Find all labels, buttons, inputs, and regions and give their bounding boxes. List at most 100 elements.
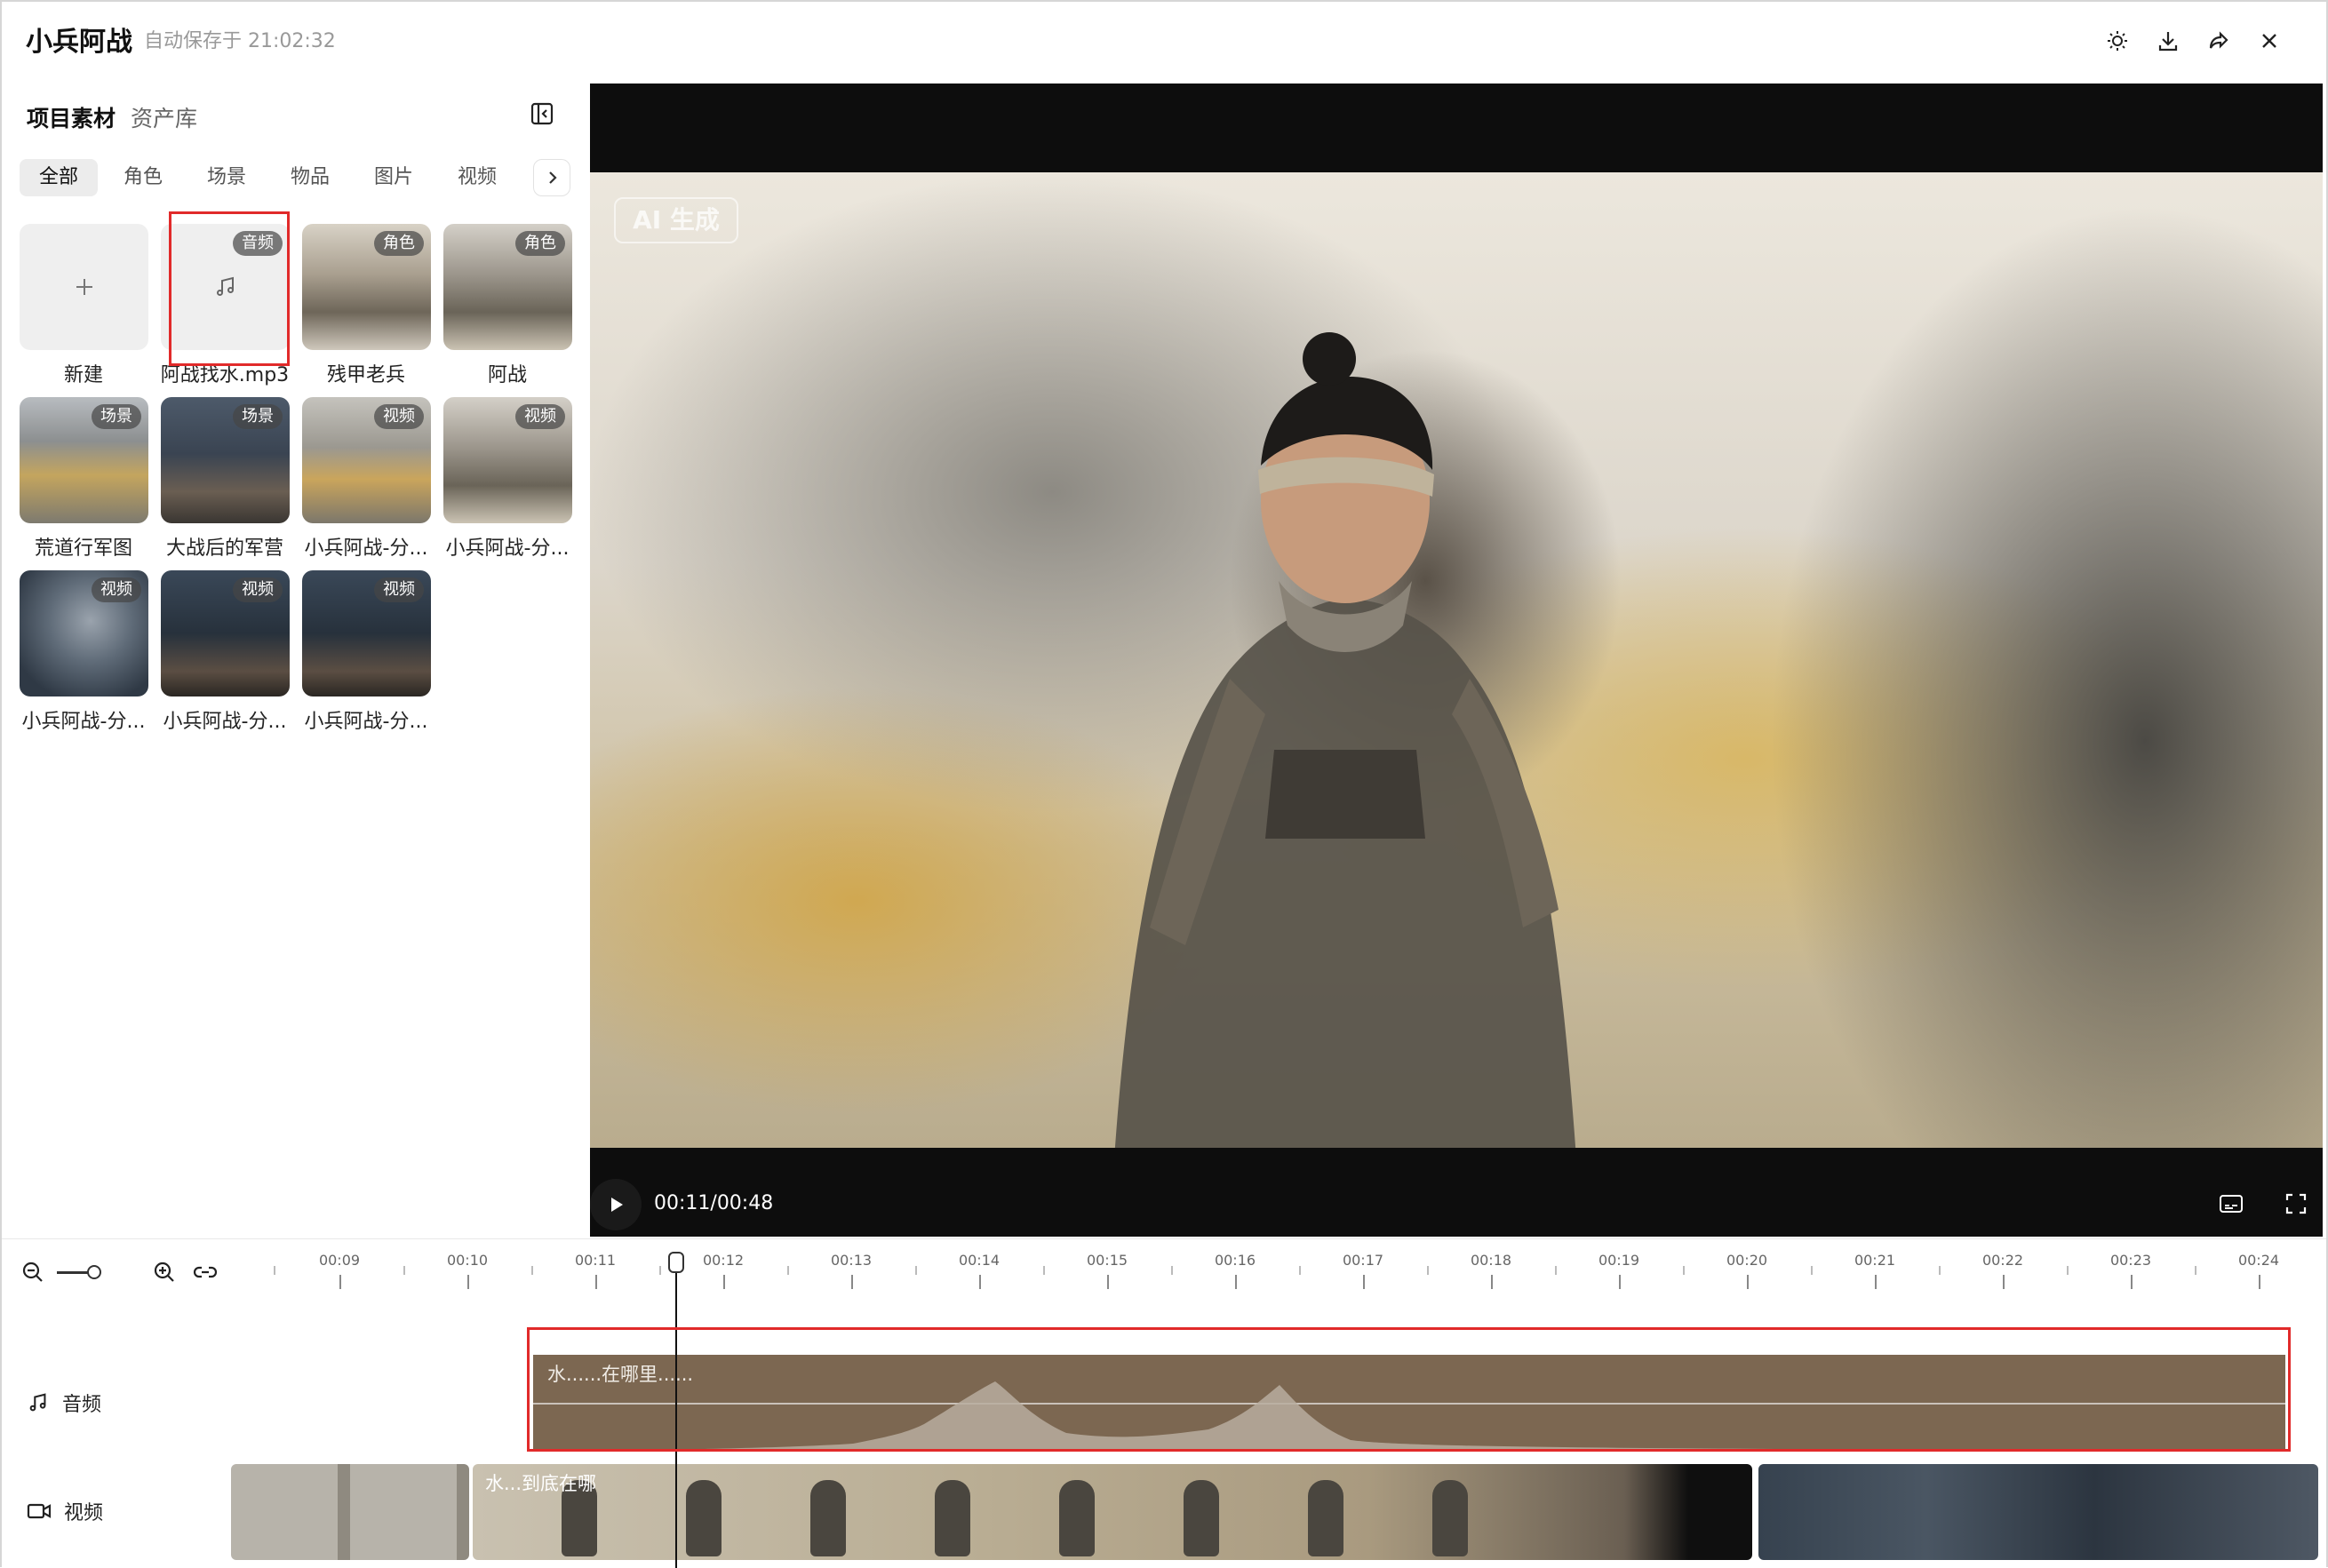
ruler-major-tick — [723, 1275, 725, 1289]
ruler-minor-tick — [2067, 1266, 2069, 1275]
asset-video-card[interactable]: 视频 小兵阿战-分... — [302, 570, 431, 734]
asset-badge: 视频 — [92, 577, 141, 602]
video-thumb[interactable]: 视频 — [161, 570, 290, 696]
time-ruler[interactable]: 00:09 00:10 00:11 00:12 00:13 00:14 00:1… — [231, 1239, 2326, 1293]
character-thumb[interactable]: 角色 — [302, 224, 431, 350]
ruler-tick-label: 00:12 — [702, 1252, 745, 1269]
asset-character-card[interactable]: 角色 阿战 — [443, 224, 572, 387]
filter-character[interactable]: 角色 — [104, 159, 182, 196]
ruler-minor-tick — [1939, 1266, 1941, 1275]
scene-thumb[interactable]: 场景 — [20, 397, 148, 523]
ruler-tick-label: 00:11 — [574, 1252, 617, 1269]
frame-thumbnail — [1059, 1480, 1095, 1556]
asset-caption: 阿战 — [487, 364, 527, 386]
link-icon[interactable] — [190, 1257, 220, 1287]
preview-frame[interactable]: AI 生成 — [590, 172, 2323, 1148]
ruler-tick-label: 00:13 — [830, 1252, 873, 1269]
filter-all[interactable]: 全部 — [20, 159, 99, 196]
project-title[interactable]: 小兵阿战 — [26, 20, 132, 59]
collapse-sidebar-icon[interactable] — [530, 101, 556, 128]
ai-generated-watermark: AI 生成 — [614, 197, 738, 243]
video-clip-subtitle: 水...到底在哪 — [485, 1473, 597, 1494]
ruler-tick-label: 00:24 — [2237, 1252, 2280, 1269]
video-thumb[interactable]: 视频 — [302, 397, 431, 523]
ruler-major-tick — [1235, 1275, 1237, 1289]
filter-scene[interactable]: 场景 — [187, 159, 266, 196]
video-thumb[interactable]: 视频 — [20, 570, 148, 696]
asset-video-card[interactable]: 视频 小兵阿战-分... — [161, 570, 290, 734]
tab-asset-library[interactable]: 资产库 — [131, 101, 197, 133]
audio-track-header[interactable]: 音频 — [27, 1389, 101, 1417]
asset-badge: 场景 — [233, 404, 283, 429]
asset-caption: 小兵阿战-分... — [163, 711, 287, 733]
ruler-minor-tick — [1683, 1266, 1685, 1275]
asset-badge: 视频 — [515, 404, 565, 429]
ruler-major-tick — [1875, 1275, 1877, 1289]
scene-thumb[interactable]: 场景 — [161, 397, 290, 523]
frame-thumbnail — [686, 1480, 722, 1556]
filter-item[interactable]: 物品 — [271, 159, 349, 196]
fullscreen-icon[interactable] — [2281, 1190, 2311, 1217]
frame-thumbnail — [810, 1480, 846, 1556]
playback-timecode: 00:11/00:48 — [654, 1192, 774, 1214]
video-clip[interactable] — [1758, 1464, 2318, 1560]
ruler-major-tick — [1619, 1275, 1621, 1289]
zoom-slider-handle[interactable] — [87, 1265, 101, 1279]
ruler-tick-label: 00:19 — [1598, 1252, 1640, 1269]
zoom-out-icon[interactable] — [18, 1257, 48, 1287]
autosave-status: 自动保存于 21:02:32 — [144, 30, 336, 52]
asset-video-card[interactable]: 视频 小兵阿战-分... — [443, 397, 572, 561]
share-icon[interactable] — [2201, 23, 2236, 59]
sun-icon[interactable] — [2100, 23, 2135, 59]
video-track-label: 视频 — [64, 1502, 104, 1524]
subtitles-icon[interactable] — [2216, 1190, 2246, 1217]
ruler-tick-label: 00:18 — [1470, 1252, 1512, 1269]
ruler-tick-label: 00:16 — [1214, 1252, 1256, 1269]
playhead-handle[interactable] — [668, 1252, 684, 1273]
ruler-major-tick — [1491, 1275, 1493, 1289]
new-asset-tile[interactable] — [20, 224, 148, 350]
asset-new[interactable]: 新建 — [20, 224, 148, 387]
video-thumb[interactable]: 视频 — [443, 397, 572, 523]
download-icon[interactable] — [2150, 23, 2186, 59]
ruler-minor-tick — [787, 1266, 789, 1275]
ruler-major-tick — [339, 1275, 341, 1289]
asset-caption: 小兵阿战-分... — [21, 711, 146, 733]
asset-badge: 角色 — [374, 231, 424, 256]
asset-video-card[interactable]: 视频 小兵阿战-分... — [20, 570, 148, 734]
video-clip[interactable]: 水...到底在哪 — [473, 1464, 1752, 1560]
asset-caption: 荒道行军图 — [34, 537, 132, 560]
filter-video[interactable]: 视频 — [438, 159, 516, 196]
character-thumb[interactable]: 角色 — [443, 224, 572, 350]
asset-character-card[interactable]: 角色 残甲老兵 — [302, 224, 431, 387]
video-thumb[interactable]: 视频 — [302, 570, 431, 696]
filter-image[interactable]: 图片 — [355, 159, 433, 196]
ruler-major-tick — [2131, 1275, 2133, 1289]
ruler-tick-label: 00:21 — [1854, 1252, 1896, 1269]
video-track-header[interactable]: 视频 — [27, 1497, 103, 1525]
play-button[interactable] — [590, 1179, 642, 1230]
app-window: 小兵阿战 自动保存于 21:02:32 项目素材 资产库 全部 角色 场景 物品… — [0, 0, 2328, 1568]
asset-scene-card[interactable]: 场景 荒道行军图 — [20, 397, 148, 561]
asset-caption: 大战后的军营 — [165, 537, 283, 560]
asset-badge: 角色 — [515, 231, 565, 256]
asset-scene-card[interactable]: 场景 大战后的军营 — [161, 397, 290, 561]
asset-badge: 视频 — [374, 577, 424, 602]
asset-badge: 视频 — [374, 404, 424, 429]
asset-sidebar: 项目素材 资产库 全部 角色 场景 物品 图片 视频 新建 音频 阿战找水.mp… — [2, 82, 588, 1237]
zoom-in-icon[interactable] — [149, 1257, 179, 1287]
asset-video-card[interactable]: 视频 小兵阿战-分... — [302, 397, 431, 561]
video-camera-icon — [27, 1503, 52, 1519]
highlight-box-audio-track — [527, 1327, 2291, 1452]
tab-project-assets[interactable]: 项目素材 — [27, 101, 116, 133]
ruler-minor-tick — [1555, 1266, 1557, 1275]
ruler-tick-label: 00:23 — [2109, 1252, 2152, 1269]
ruler-tick-label: 00:10 — [446, 1252, 489, 1269]
asset-caption: 新建 — [63, 364, 103, 386]
asset-caption: 小兵阿战-分... — [445, 537, 570, 560]
close-icon[interactable] — [2252, 23, 2287, 59]
frame-thumbnail — [1184, 1480, 1219, 1556]
ruler-minor-tick — [274, 1266, 275, 1275]
chevron-right-icon[interactable] — [533, 159, 570, 196]
video-clip[interactable] — [231, 1464, 469, 1560]
